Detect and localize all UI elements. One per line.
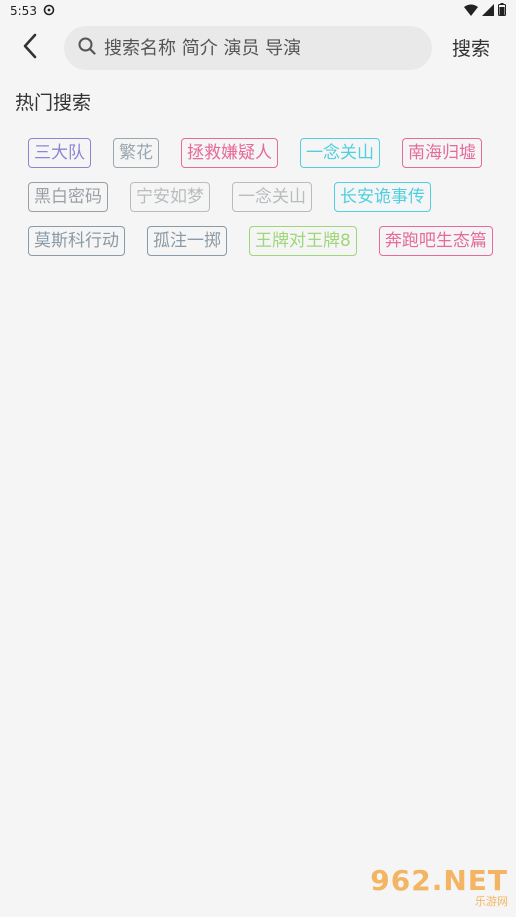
wifi-icon <box>464 4 478 19</box>
hot-search-tag[interactable]: 王牌对王牌8 <box>249 226 357 256</box>
status-bar: 5:53 <box>0 0 516 22</box>
hot-search-tags: 三大队 繁花 拯救嫌疑人 一念关山 南海归墟 黑白密码 宁安如梦 一念关山 长安诡事传 莫斯科行动… <box>28 138 498 256</box>
hot-search-tag[interactable]: 宁安如梦 <box>130 182 210 212</box>
hot-search-tag[interactable]: 孤注一掷 <box>147 226 227 256</box>
hot-search-tag[interactable]: 奔跑吧生态篇 <box>378 226 493 256</box>
hot-search-title: 热门搜索 <box>15 92 92 114</box>
hot-search-tag[interactable]: 黑白密码 <box>28 182 108 212</box>
watermark-logo-text: 962.NET <box>370 864 508 897</box>
hot-search-tag[interactable]: 拯救嫌疑人 <box>181 138 278 168</box>
hot-search-tag[interactable]: 莫斯科行动 <box>28 226 125 256</box>
hot-search-tag[interactable]: 一念关山 <box>232 182 312 212</box>
search-box[interactable] <box>64 26 432 70</box>
watermark-logo: 962.NET 乐游网 <box>370 867 508 911</box>
back-button[interactable] <box>14 32 46 64</box>
hot-search-tag[interactable]: 南海归墟 <box>402 138 482 168</box>
hot-search-tag[interactable]: 长安诡事传 <box>334 182 431 212</box>
battery-icon <box>498 3 506 19</box>
hot-search-tag[interactable]: 繁花 <box>113 138 159 168</box>
search-input[interactable] <box>102 36 406 60</box>
hot-search-tag[interactable]: 三大队 <box>28 138 91 168</box>
signal-icon <box>482 3 494 19</box>
watermark-sub-text: 乐游网 <box>475 895 508 908</box>
back-arrow-icon <box>21 32 39 64</box>
search-icon <box>78 37 96 59</box>
sync-icon <box>43 4 55 19</box>
search-button[interactable]: 搜索 <box>452 34 490 61</box>
search-header: 搜索 <box>0 22 516 74</box>
hot-search-tag[interactable]: 一念关山 <box>300 138 380 168</box>
status-time: 5:53 <box>10 4 37 18</box>
